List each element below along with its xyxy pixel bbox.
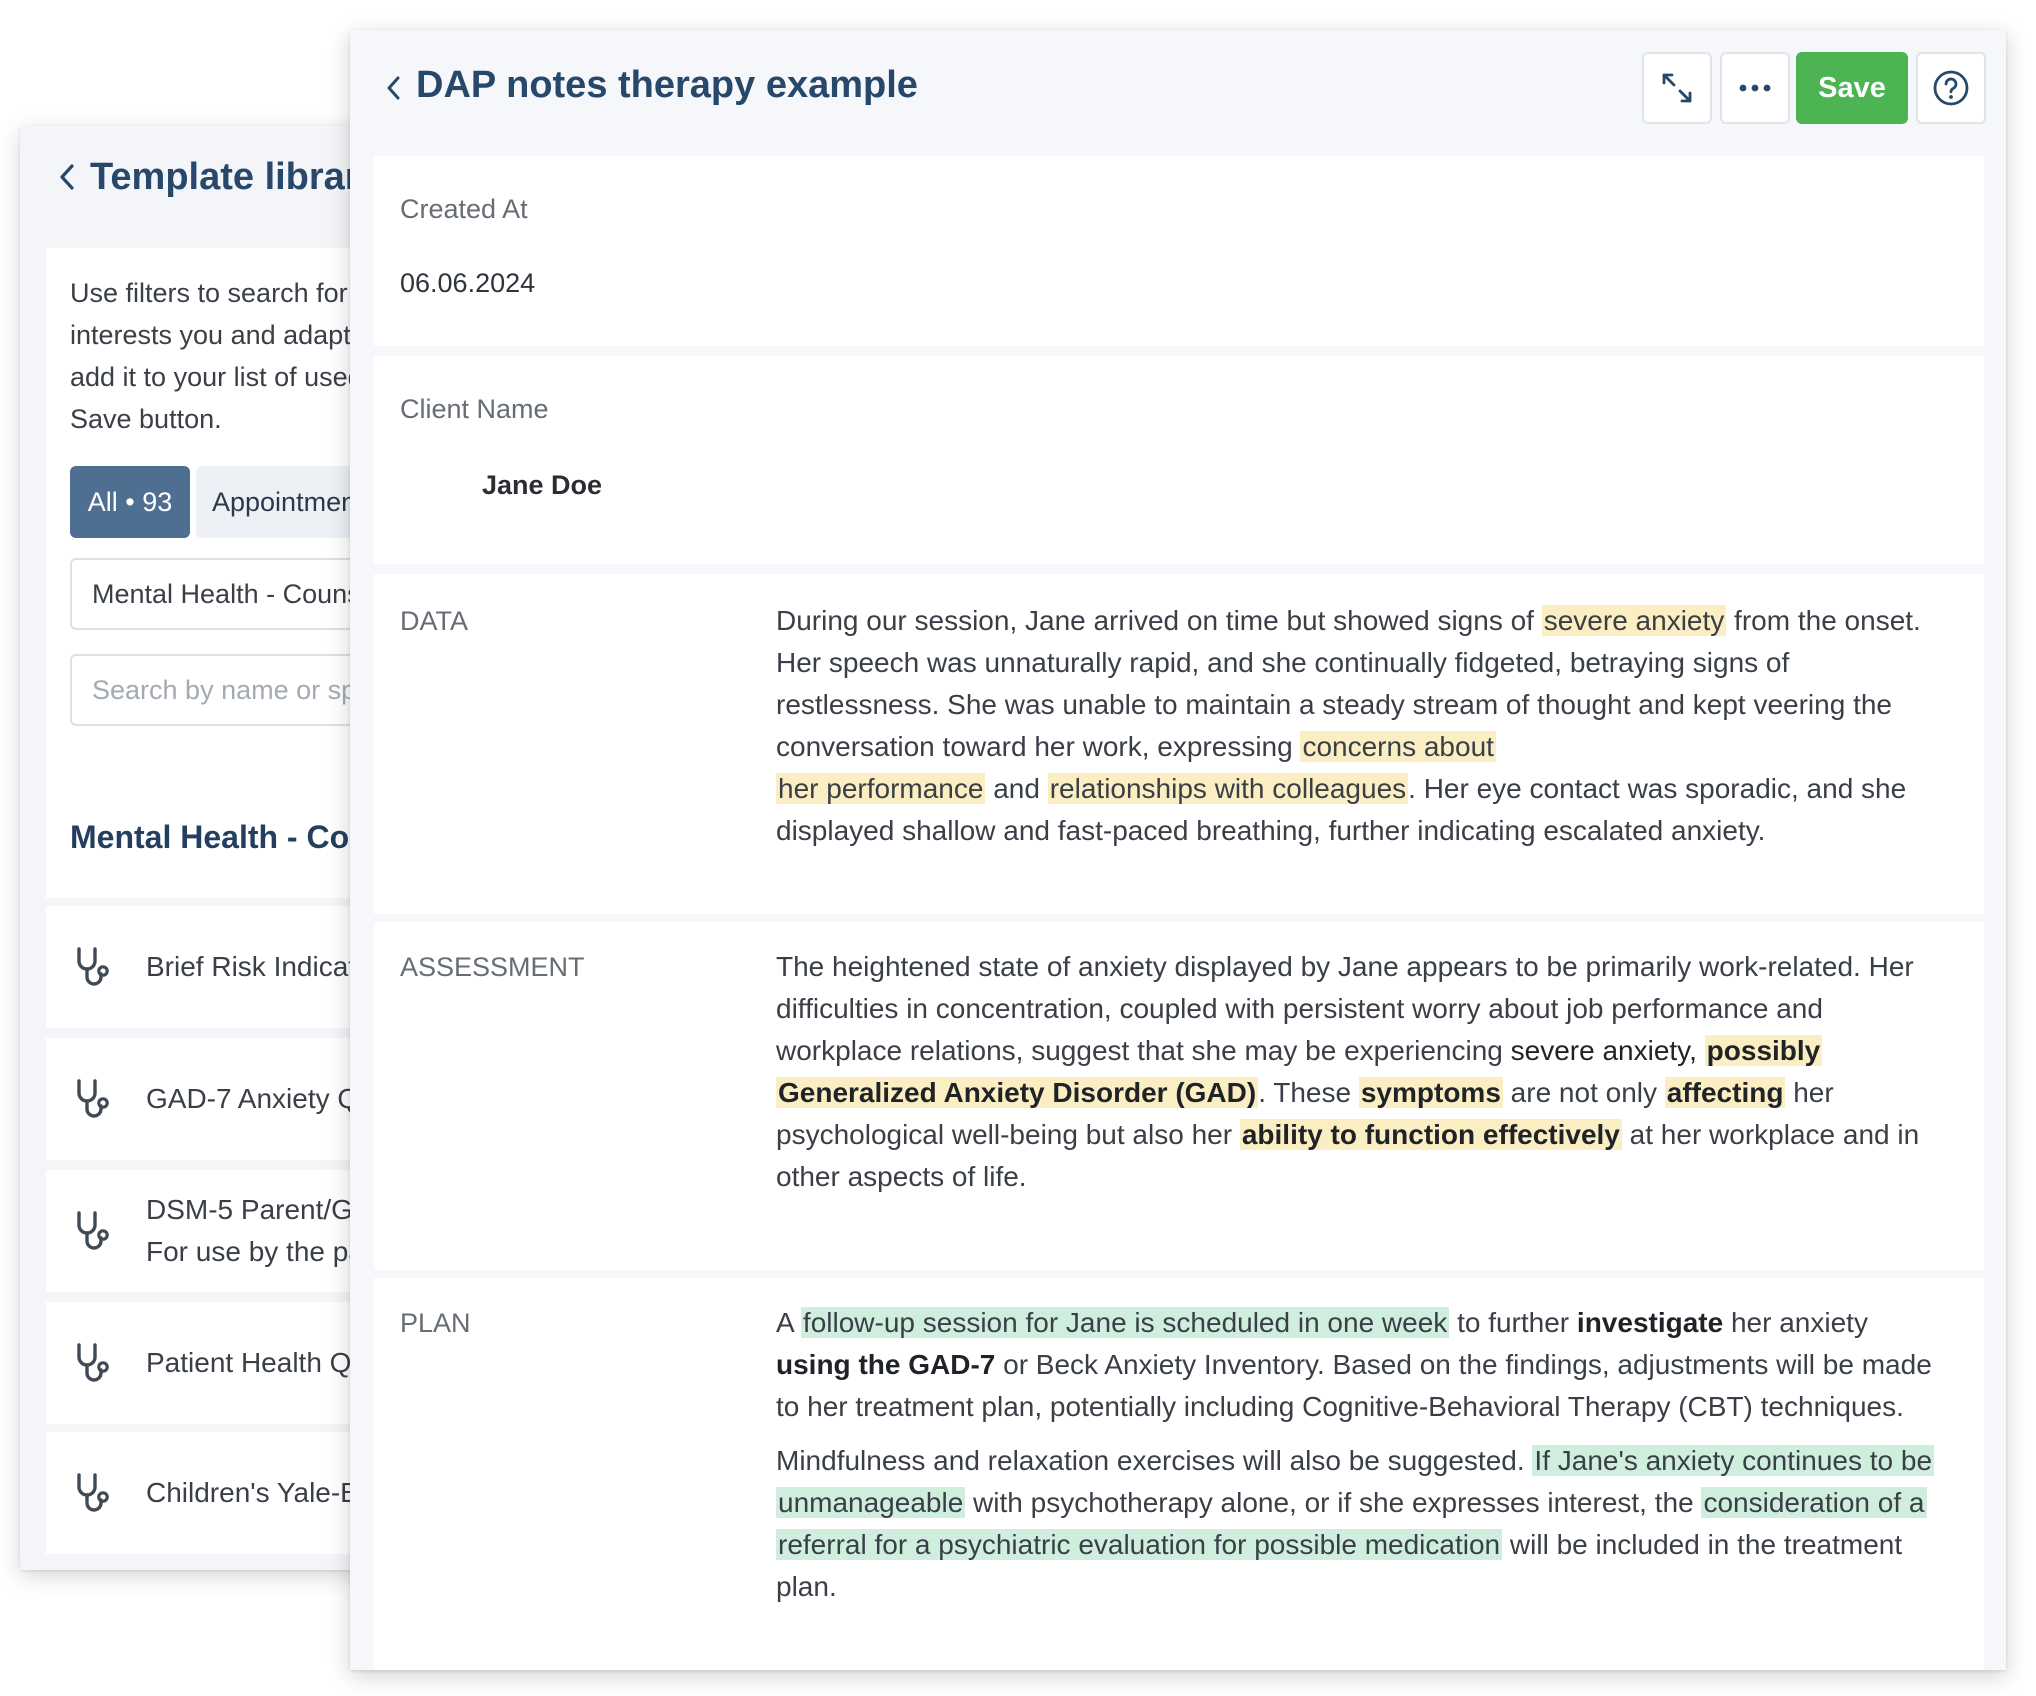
- expand-arrows-icon: [1662, 73, 1692, 103]
- more-options-button[interactable]: [1720, 52, 1790, 124]
- assessment-section: ASSESSMENT The heightened state of anxie…: [374, 922, 1984, 1270]
- highlight: Generalized Anxiety Disorder (GAD): [776, 1077, 1259, 1108]
- client-name-value[interactable]: Jane Doe: [482, 470, 602, 501]
- highlight: severe anxiety: [1541, 605, 1727, 636]
- stethoscope-icon: [77, 1079, 109, 1118]
- highlight: her performance: [776, 773, 986, 804]
- highlight: referral for a psychiatric evaluation fo…: [776, 1529, 1503, 1560]
- plan-label: PLAN: [400, 1308, 471, 1338]
- note-header: DAP notes therapy example Save: [350, 30, 2006, 156]
- created-at-label: Created At: [400, 194, 528, 224]
- stethoscope-icon: [77, 1211, 109, 1250]
- note-editor-panel: DAP notes therapy example Save Created A…: [350, 30, 2006, 1670]
- plan-section: PLAN A follow-up session for Jane is sch…: [374, 1278, 1984, 1670]
- stethoscope-icon: [77, 1343, 109, 1382]
- data-label: DATA: [400, 606, 469, 636]
- highlight: affecting: [1664, 1077, 1786, 1108]
- save-button[interactable]: Save: [1796, 52, 1908, 124]
- plan-text[interactable]: A follow-up session for Jane is schedule…: [776, 1302, 1976, 1608]
- created-at-value[interactable]: 06.06.2024: [400, 268, 535, 299]
- ellipsis-icon: [1739, 84, 1771, 92]
- library-title: Template library: [90, 155, 381, 198]
- highlight: possibly: [1704, 1035, 1823, 1066]
- assessment-text[interactable]: The heightened state of anxiety displaye…: [776, 946, 1976, 1198]
- expand-button[interactable]: [1642, 52, 1712, 124]
- question-circle-icon: [1933, 70, 1969, 106]
- back-icon[interactable]: [378, 70, 408, 106]
- highlight: symptoms: [1358, 1077, 1503, 1108]
- created-at-card: Created At 06.06.2024: [374, 156, 1984, 346]
- back-icon[interactable]: [50, 160, 84, 194]
- data-text[interactable]: During our session, Jane arrived on time…: [776, 600, 1976, 852]
- assessment-label: ASSESSMENT: [400, 952, 585, 982]
- note-title: DAP notes therapy example: [416, 64, 918, 106]
- highlight: unmanageable: [776, 1487, 966, 1518]
- template-name: Brief Risk Indicator: [146, 951, 381, 982]
- highlight: follow-up session for Jane is scheduled …: [800, 1307, 1450, 1338]
- filter-chip-all[interactable]: All • 93: [70, 466, 190, 538]
- highlight: ability to function effectively: [1239, 1119, 1622, 1150]
- highlight: If Jane's anxiety continues to be: [1532, 1445, 1935, 1476]
- data-section: DATA During our session, Jane arrived on…: [374, 574, 1984, 914]
- client-name-label: Client Name: [400, 394, 549, 424]
- stethoscope-icon: [77, 947, 109, 986]
- help-button[interactable]: [1916, 52, 1986, 124]
- stethoscope-icon: [77, 1473, 109, 1512]
- highlight: concerns about: [1300, 731, 1496, 762]
- highlight: relationships with colleagues: [1047, 773, 1409, 804]
- client-name-card: Client Name Jane Doe: [374, 356, 1984, 564]
- highlight: consideration of a: [1701, 1487, 1927, 1518]
